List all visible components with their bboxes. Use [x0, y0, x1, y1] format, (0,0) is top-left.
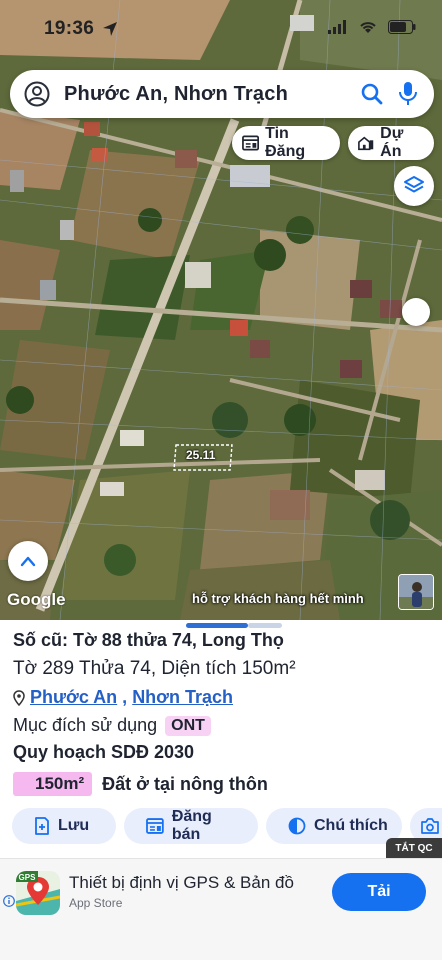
user-account-icon[interactable] [24, 81, 50, 107]
search-icon[interactable] [360, 82, 384, 106]
hide-ads-button[interactable]: TẮT QC [386, 838, 442, 858]
parcel-number-area: Tờ 289 Thửa 74, Diện tích 150m² [13, 658, 296, 679]
district-link[interactable]: Nhơn Trạch [132, 687, 233, 708]
du-an-label: Dự Án [380, 125, 404, 160]
ward-link[interactable]: Phước An [30, 687, 117, 708]
search-query[interactable]: Phước An, Nhơn Trạch [64, 83, 288, 106]
ad-source: App Store [69, 896, 123, 910]
cellular-signal-icon [328, 20, 346, 34]
legend-button[interactable]: Chú thích [266, 808, 402, 844]
land-use-purpose: Mục đích sử dụng ONT [13, 715, 211, 736]
post-for-sale-button[interactable]: Đăng bán [124, 808, 258, 844]
ad-info-icon[interactable] [3, 895, 15, 907]
chevron-up-icon [20, 556, 36, 567]
status-icons [328, 20, 416, 34]
du-an-button[interactable]: Dự Án [348, 125, 434, 160]
map-overlay-toggle[interactable] [402, 298, 430, 326]
search-bar[interactable]: Phước An, Nhơn Trạch [10, 70, 434, 118]
ad-install-button[interactable]: Tải [332, 873, 426, 911]
gps-icon-text: GPS [19, 873, 37, 882]
save-label: Lưu [58, 817, 90, 834]
layers-icon [404, 176, 424, 193]
building-icon [358, 136, 374, 151]
purpose-code-badge: ONT [165, 715, 211, 736]
parcel-location: Phước An , Nhơn Trạch [13, 687, 233, 708]
location-separator: , [122, 687, 128, 707]
old-parcel-number: Số cũ: Tờ 88 thửa 74, Long Thọ [13, 630, 284, 650]
microphone-icon[interactable] [398, 81, 418, 107]
contrast-circle-icon [288, 817, 306, 835]
location-arrow-icon [103, 22, 117, 36]
parcel-info-sheet[interactable]: Số cũ: Tờ 88 thửa 74, Long Thọ Tờ 289 Th… [0, 620, 442, 856]
planning-row: 150m² Đất ở tại nông thôn [13, 772, 268, 796]
tin-dang-label: Tin Đăng [265, 125, 306, 160]
status-time: 19:36 [44, 18, 95, 39]
battery-icon [388, 20, 416, 34]
gps-app-icon[interactable]: GPS [16, 871, 60, 915]
add-photo-icon [421, 818, 439, 834]
status-bar: 19:36 [0, 0, 442, 56]
gps-map-icon: GPS [16, 871, 60, 915]
legend-label: Chú thích [314, 817, 388, 834]
location-pin-icon [13, 689, 25, 706]
planning-title: Quy hoạch SDĐ 2030 [13, 742, 195, 762]
planning-description: Đất ở tại nông thôn [102, 773, 268, 794]
map-layers-button[interactable] [394, 166, 434, 206]
google-logo: Google [7, 590, 66, 609]
support-avatar[interactable] [398, 574, 434, 610]
purpose-label: Mục đích sử dụng [13, 715, 158, 735]
post-label: Đăng bán [171, 808, 212, 843]
parcel-map-label[interactable]: 25.11 [186, 448, 215, 462]
bookmark-add-icon [35, 817, 49, 835]
post-listing-icon [146, 818, 164, 834]
sheet-handle-secondary [248, 623, 282, 628]
support-person-image [399, 575, 433, 609]
sheet-handle[interactable] [186, 623, 248, 628]
action-bar: Lưu Đăng bán Chú thích [12, 808, 442, 844]
expand-up-button[interactable] [8, 541, 48, 581]
ad-banner[interactable]: GPS Thiết bị định vị GPS & Bản đồ App St… [0, 858, 442, 960]
wifi-icon [360, 22, 376, 33]
tin-dang-button[interactable]: Tin Đăng [232, 125, 340, 160]
satellite-map[interactable]: 19:36 Phước An, Nhơn Trạch Tin Đăng Dự Á… [0, 0, 442, 620]
planning-area-badge: 150m² [13, 772, 93, 796]
save-button[interactable]: Lưu [12, 808, 116, 844]
ad-title[interactable]: Thiết bị định vị GPS & Bản đồ [69, 873, 294, 893]
support-caption: hỗ trợ khách hàng hết mình [192, 591, 364, 606]
listing-icon [242, 135, 260, 151]
